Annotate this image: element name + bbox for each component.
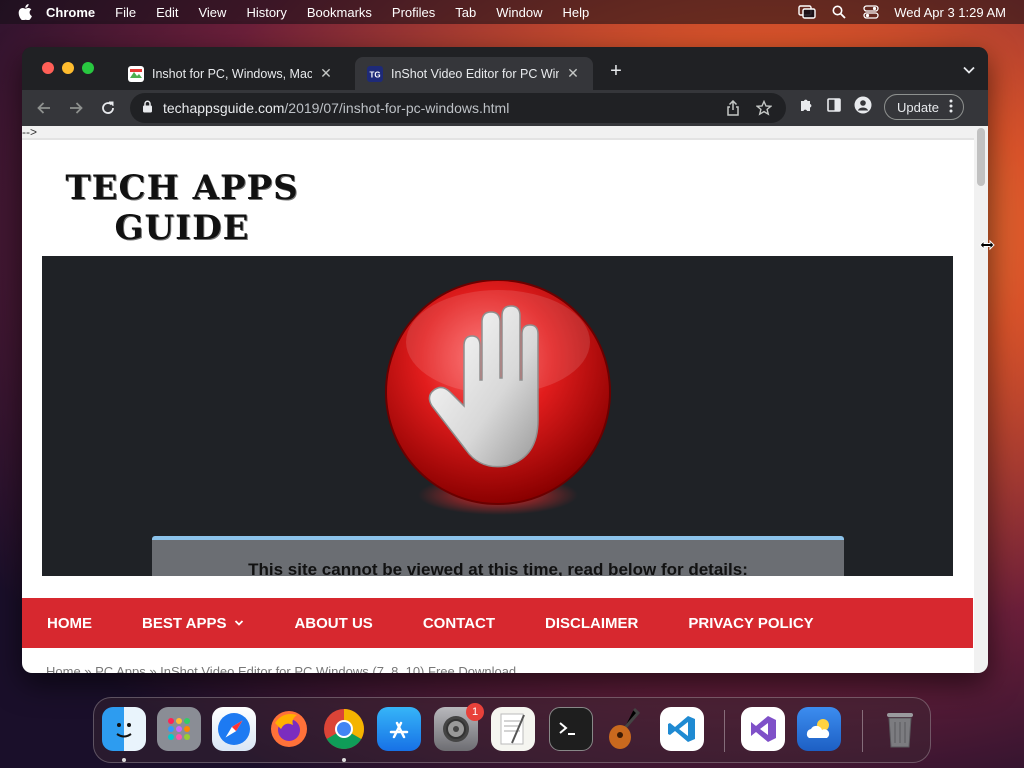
nav-disclaimer[interactable]: DISCLAIMER bbox=[545, 615, 638, 632]
tab-strip: Inshot for PC, Windows, Mac ✕ TG InShot … bbox=[22, 47, 988, 90]
block-notice-box: This site cannot be viewed at this time,… bbox=[152, 536, 844, 576]
site-logo[interactable]: TECH APPS GUIDE bbox=[52, 168, 312, 248]
site-favicon-icon bbox=[128, 65, 144, 82]
fullscreen-window-button[interactable] bbox=[82, 62, 94, 74]
spotlight-search-icon[interactable] bbox=[830, 4, 848, 20]
close-tab-icon[interactable]: ✕ bbox=[318, 65, 334, 82]
kebab-menu-icon[interactable] bbox=[949, 99, 953, 116]
page-scrollbar[interactable] bbox=[974, 126, 988, 673]
svg-text:TG: TG bbox=[369, 70, 380, 79]
tg-favicon-icon: TG bbox=[367, 65, 383, 82]
web-page: --> TECH APPS GUIDE This site cannot be … bbox=[22, 126, 974, 673]
lock-icon[interactable] bbox=[142, 100, 153, 116]
visual-studio-icon[interactable] bbox=[741, 707, 785, 751]
address-bar[interactable]: techappsguide.com/2019/07/inshot-for-pc-… bbox=[130, 93, 786, 123]
block-notice-text: This site cannot be viewed at this time,… bbox=[248, 560, 748, 576]
resize-cursor-icon bbox=[979, 238, 995, 251]
weather-icon[interactable] bbox=[797, 707, 841, 751]
nav-home[interactable]: HOME bbox=[47, 615, 92, 632]
tab-title: InShot Video Editor for PC Windows bbox=[391, 66, 559, 81]
chrome-icon[interactable] bbox=[322, 707, 366, 751]
finder-icon[interactable] bbox=[102, 707, 146, 751]
new-tab-button[interactable]: + bbox=[606, 61, 626, 81]
tab-search-chevron-icon[interactable] bbox=[962, 63, 976, 77]
dock-separator bbox=[862, 710, 863, 752]
window-controls bbox=[42, 62, 94, 74]
notification-badge: 1 bbox=[466, 703, 484, 721]
url-host: techappsguide.com bbox=[163, 100, 285, 116]
tab-title: Inshot for PC, Windows, Mac bbox=[152, 66, 312, 81]
trash-icon[interactable] bbox=[878, 707, 922, 751]
terminal-icon[interactable] bbox=[549, 707, 593, 751]
update-label: Update bbox=[897, 99, 939, 115]
profile-avatar-icon[interactable] bbox=[854, 96, 872, 119]
menu-window[interactable]: Window bbox=[496, 5, 542, 20]
screen-mirroring-icon[interactable] bbox=[798, 4, 816, 20]
menu-edit[interactable]: Edit bbox=[156, 5, 178, 20]
safari-icon[interactable] bbox=[212, 707, 256, 751]
menu-history[interactable]: History bbox=[246, 5, 286, 20]
firefox-icon[interactable] bbox=[267, 707, 311, 751]
menu-tab[interactable]: Tab bbox=[455, 5, 476, 20]
control-center-icon[interactable] bbox=[862, 4, 880, 20]
extensions-puzzle-icon[interactable] bbox=[798, 97, 814, 118]
stray-comment-text: --> bbox=[22, 126, 974, 140]
menu-file[interactable]: File bbox=[115, 5, 136, 20]
stop-hand-icon bbox=[382, 279, 614, 525]
close-window-button[interactable] bbox=[42, 62, 54, 74]
menu-bookmarks[interactable]: Bookmarks bbox=[307, 5, 372, 20]
share-icon[interactable] bbox=[726, 99, 740, 119]
menu-bar: Chrome File Edit View History Bookmarks … bbox=[0, 0, 1024, 24]
menu-app-name[interactable]: Chrome bbox=[46, 5, 95, 20]
browser-toolbar: techappsguide.com/2019/07/inshot-for-pc-… bbox=[22, 90, 988, 126]
menubar-clock[interactable]: Wed Apr 3 1:29 AM bbox=[894, 5, 1006, 20]
finder-running-indicator bbox=[122, 758, 126, 762]
minimize-window-button[interactable] bbox=[62, 62, 74, 74]
nav-about-us[interactable]: ABOUT US bbox=[294, 615, 372, 632]
dock: 1 bbox=[93, 697, 931, 763]
apple-menu-icon[interactable] bbox=[18, 4, 34, 20]
update-chrome-button[interactable]: Update bbox=[884, 94, 964, 120]
reload-button[interactable] bbox=[94, 94, 122, 122]
garageband-icon[interactable] bbox=[604, 707, 648, 751]
url-path: /2019/07/inshot-for-pc-windows.html bbox=[284, 100, 510, 116]
chevron-down-icon bbox=[235, 620, 244, 626]
menu-help[interactable]: Help bbox=[563, 5, 590, 20]
textedit-icon[interactable] bbox=[491, 707, 535, 751]
browser-window: Inshot for PC, Windows, Mac ✕ TG InShot … bbox=[22, 47, 988, 673]
vscode-icon[interactable] bbox=[660, 707, 704, 751]
site-blocked-panel: This site cannot be viewed at this time,… bbox=[42, 256, 953, 576]
menu-profiles[interactable]: Profiles bbox=[392, 5, 435, 20]
dock-separator bbox=[724, 710, 725, 752]
forward-button[interactable] bbox=[62, 94, 90, 122]
site-nav-bar: HOME BEST APPS ABOUT US CONTACT DISCLAIM… bbox=[22, 598, 973, 648]
side-panel-icon[interactable] bbox=[826, 97, 842, 118]
logo-line-1: TECH APPS bbox=[65, 168, 299, 208]
nav-best-apps-label: BEST APPS bbox=[142, 614, 227, 632]
chrome-running-indicator bbox=[342, 758, 346, 762]
nav-best-apps[interactable]: BEST APPS bbox=[142, 615, 244, 632]
app-store-icon[interactable] bbox=[377, 707, 421, 751]
back-button[interactable] bbox=[30, 94, 58, 122]
launchpad-icon[interactable] bbox=[157, 707, 201, 751]
tab-inshot-for-pc[interactable]: Inshot for PC, Windows, Mac ✕ bbox=[116, 57, 346, 90]
bookmark-star-icon[interactable] bbox=[755, 99, 773, 119]
logo-line-2: GUIDE bbox=[114, 208, 250, 248]
close-tab-icon[interactable]: ✕ bbox=[565, 65, 581, 82]
breadcrumb[interactable]: Home » PC Apps » InShot Video Editor for… bbox=[46, 664, 516, 673]
scrollbar-thumb[interactable] bbox=[977, 128, 985, 186]
menu-view[interactable]: View bbox=[198, 5, 226, 20]
system-preferences-icon[interactable]: 1 bbox=[434, 703, 484, 751]
nav-contact[interactable]: CONTACT bbox=[423, 615, 495, 632]
nav-privacy-policy[interactable]: PRIVACY POLICY bbox=[688, 615, 813, 632]
tab-inshot-video-editor[interactable]: TG InShot Video Editor for PC Windows ✕ bbox=[355, 57, 593, 90]
